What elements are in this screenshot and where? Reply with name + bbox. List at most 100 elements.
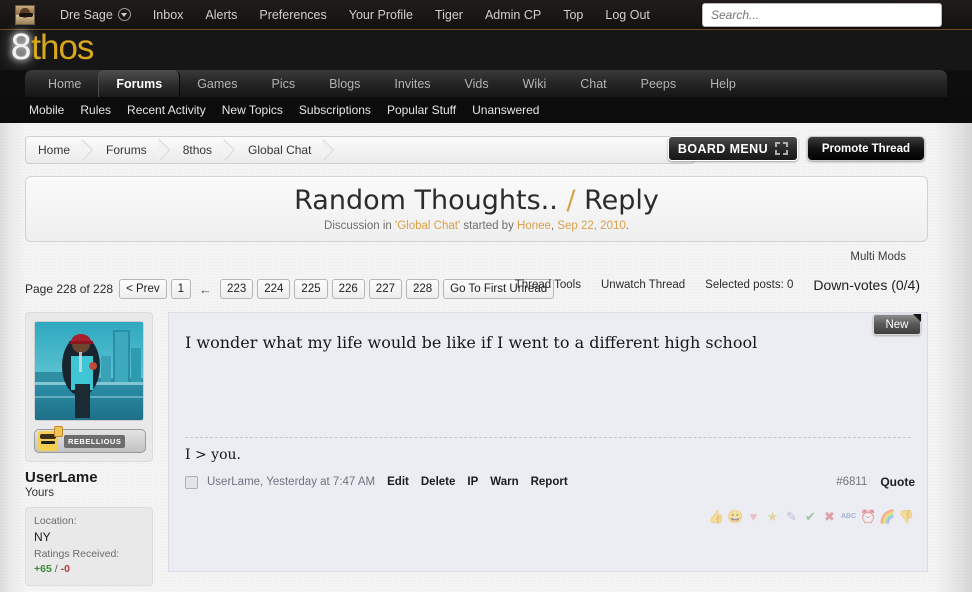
post-user-block: REBELLIOUS UserLame Yours Location: NY R…	[25, 312, 153, 587]
subtitle-date[interactable]: Sep 22, 2010	[557, 220, 625, 232]
nav-tab-wiki[interactable]: Wiki	[506, 70, 564, 97]
userbar-link-your-profile[interactable]: Your Profile	[338, 0, 424, 30]
post-username[interactable]: UserLame	[25, 469, 153, 486]
userbar-link-preferences[interactable]: Preferences	[248, 0, 337, 30]
post-message-text: I wonder what my life would be like if I…	[185, 333, 758, 352]
search-input[interactable]	[703, 4, 941, 26]
avatar[interactable]	[34, 321, 144, 421]
page-button-225[interactable]: 225	[294, 279, 328, 299]
subnav-link-recent-activity[interactable]: Recent Activity	[119, 103, 214, 117]
location-value: NY	[34, 530, 51, 545]
userbar-link-admin-cp[interactable]: Admin CP	[474, 0, 552, 30]
prev-page-button[interactable]: < Prev	[119, 279, 167, 299]
unwatch-thread-button[interactable]: Unwatch Thread	[601, 279, 685, 291]
check-icon[interactable]: ✔	[803, 509, 818, 524]
breadcrumb-item-global-chat[interactable]: Global Chat	[236, 137, 323, 163]
heart-icon[interactable]: ♥	[746, 509, 761, 524]
nav-tab-pics[interactable]: Pics	[254, 70, 312, 97]
rainbow-icon[interactable]: 🌈	[879, 509, 895, 524]
page-button-1[interactable]: 1	[170, 279, 192, 299]
page-button-228[interactable]: 228	[405, 279, 440, 299]
x-icon[interactable]: ✖	[822, 509, 837, 524]
user-card: REBELLIOUS	[25, 312, 153, 462]
subtitle-mid: started by	[463, 220, 514, 232]
smiley-icon[interactable]: 😀	[727, 509, 743, 524]
subtitle-prefix: Discussion in	[324, 220, 392, 232]
edit-post-link[interactable]: Edit	[387, 476, 409, 488]
report-link[interactable]: Report	[531, 476, 568, 488]
breadcrumb-item-home[interactable]: Home	[26, 137, 82, 163]
userbar-link-inbox[interactable]: Inbox	[142, 0, 195, 30]
ratings-label: Ratings Received:	[34, 547, 120, 560]
multi-mods[interactable]: Multi Mods	[25, 251, 928, 263]
expand-icon	[775, 142, 788, 155]
userbar-link-top[interactable]: Top	[552, 0, 594, 30]
site-logo[interactable]: 8thos	[10, 28, 94, 68]
clock-icon[interactable]: ⏰	[860, 509, 876, 524]
nav-tab-peeps[interactable]: Peeps	[624, 70, 693, 97]
star-icon[interactable]: ★	[765, 509, 780, 524]
subnav-link-unanswered[interactable]: Unanswered	[464, 103, 547, 117]
board-menu-button[interactable]: BOARD MENU	[667, 136, 798, 161]
quote-button[interactable]: Quote	[880, 475, 915, 489]
nav-tab-chat[interactable]: Chat	[563, 70, 623, 97]
thread-tools-button[interactable]: Thread Tools	[515, 279, 581, 291]
page-title: Random Thoughts.. / Reply	[26, 185, 927, 216]
page-button-226[interactable]: 226	[331, 279, 365, 299]
page-button-227[interactable]: 227	[368, 279, 402, 299]
subtitle-comma: ,	[550, 220, 555, 232]
breadcrumb-item-forums[interactable]: Forums	[94, 137, 159, 163]
userbar-link-log-out[interactable]: Log Out	[594, 0, 660, 30]
subnav-link-subscriptions[interactable]: Subscriptions	[291, 103, 379, 117]
search-box[interactable]	[702, 3, 942, 27]
userbar-link-alerts[interactable]: Alerts	[194, 0, 248, 30]
thread-title-panel: Random Thoughts.. / Reply Discussion in …	[25, 176, 928, 242]
thumbs-down-icon[interactable]: 👎	[898, 509, 914, 524]
subtitle-forum-link[interactable]: 'Global Chat'	[395, 220, 460, 232]
sub-nav-bar: Mobile Rules Recent Activity New Topics …	[0, 97, 972, 123]
logo-mark: 8	[10, 28, 32, 68]
subnav-link-new-topics[interactable]: New Topics	[214, 103, 291, 117]
nav-tab-games[interactable]: Games	[180, 70, 254, 97]
user-menu-button[interactable]: Dre Sage	[49, 8, 142, 22]
board-menu-label: BOARD MENU	[677, 141, 768, 156]
warn-link[interactable]: Warn	[490, 476, 518, 488]
new-post-badge[interactable]: New	[873, 314, 921, 335]
signature-divider	[185, 437, 911, 438]
thread-tools-row: Thread Tools Unwatch Thread Selected pos…	[515, 277, 920, 293]
post-select-checkbox[interactable]	[185, 475, 198, 489]
delete-post-link[interactable]: Delete	[421, 476, 456, 488]
subtitle-author-link[interactable]: Honee	[517, 220, 551, 232]
rank-badge-label: REBELLIOUS	[64, 434, 126, 448]
page-button-223[interactable]: 223	[220, 279, 254, 299]
subnav-link-mobile[interactable]: Mobile	[21, 103, 72, 117]
page-body: Home Forums 8thos Global Chat BOARD MENU…	[0, 123, 972, 592]
page-button-224[interactable]: 224	[257, 279, 291, 299]
nav-tab-forums[interactable]: Forums	[98, 70, 181, 97]
multi-mods-label: Multi Mods	[850, 251, 906, 263]
nav-tab-invites[interactable]: Invites	[377, 70, 447, 97]
promote-thread-button[interactable]: Promote Thread	[806, 136, 925, 161]
avatar-image	[35, 322, 143, 420]
user-extra-info: Location: NY Ratings Received: +65 / -0	[25, 507, 153, 587]
new-post-badge-label: New	[885, 318, 909, 331]
nav-tab-help[interactable]: Help	[693, 70, 753, 97]
thread-action-text: Reply	[584, 185, 659, 216]
nav-tab-blogs[interactable]: Blogs	[312, 70, 377, 97]
breadcrumb-item-8thos[interactable]: 8thos	[171, 137, 224, 163]
location-label: Location:	[34, 515, 77, 527]
user-avatar-thumb[interactable]	[15, 4, 35, 25]
userbar-link-tiger[interactable]: Tiger	[424, 0, 474, 30]
post: REBELLIOUS UserLame Yours Location: NY R…	[25, 312, 928, 587]
thumbs-up-icon[interactable]: 👍	[708, 509, 724, 524]
subnav-link-popular-stuff[interactable]: Popular Stuff	[379, 103, 464, 117]
paintbrush-icon[interactable]: ✎	[784, 509, 799, 524]
subnav-link-rules[interactable]: Rules	[72, 103, 119, 117]
abc-spellcheck-icon[interactable]: ABC	[841, 509, 856, 524]
nav-tab-home[interactable]: Home	[31, 70, 98, 97]
rank-hand-icon	[54, 426, 63, 437]
nav-tab-vids[interactable]: Vids	[448, 70, 506, 97]
logo-bar: 8thos	[0, 28, 972, 70]
post-rating-icons: 👍 😀 ♥ ★ ✎ ✔ ✖ ABC ⏰ 🌈 👎	[708, 509, 914, 524]
ip-link[interactable]: IP	[467, 476, 478, 488]
